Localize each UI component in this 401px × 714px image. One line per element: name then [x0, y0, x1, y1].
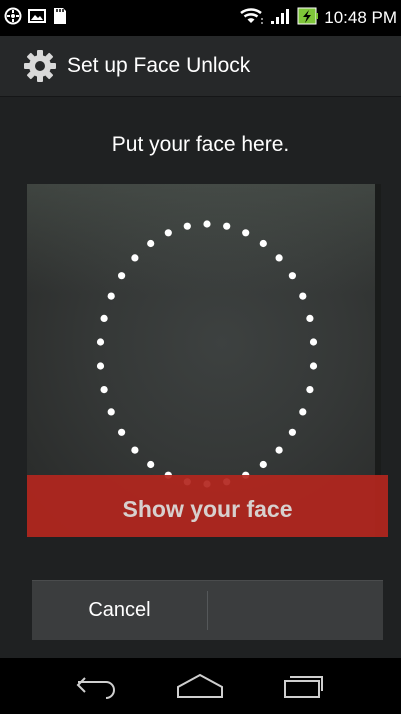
- clock-icon: [4, 7, 22, 30]
- button-bar: Cancel: [32, 580, 383, 640]
- face-guide-dot: [275, 254, 283, 262]
- face-guide-dot: [147, 460, 155, 469]
- face-guide-dot: [183, 222, 191, 230]
- face-guide-dot: [100, 314, 108, 322]
- face-guide-dot: [107, 292, 115, 300]
- face-guide-dot: [147, 239, 155, 248]
- face-guide-dot: [309, 362, 318, 370]
- gear-icon: [22, 48, 58, 84]
- back-icon[interactable]: [67, 666, 127, 706]
- face-guide-dot: [203, 220, 211, 228]
- face-guide-dot: [306, 386, 314, 394]
- face-guide-dot: [306, 314, 314, 322]
- instruction-text: Put your face here.: [111, 133, 290, 156]
- face-guide-dot: [299, 292, 307, 300]
- sd-card-icon: [52, 7, 68, 30]
- navigation-bar: [0, 658, 401, 714]
- image-icon: [28, 8, 46, 29]
- face-guide-dot: [118, 272, 126, 280]
- face-guide-dot: [275, 446, 283, 454]
- wifi-icon: [239, 6, 265, 31]
- recent-apps-icon[interactable]: [274, 666, 334, 706]
- face-guide-dot: [223, 222, 231, 230]
- face-guide-dot: [118, 428, 126, 436]
- face-guide-dot: [100, 386, 108, 394]
- face-guide-dot: [96, 338, 105, 346]
- home-icon[interactable]: [170, 666, 230, 706]
- action-bar: Set up Face Unlock: [0, 36, 401, 97]
- face-guide-dot: [309, 338, 318, 346]
- face-guide-dot: [259, 239, 267, 248]
- battery-charging-icon: [297, 6, 319, 31]
- face-guide-dot: [107, 408, 115, 416]
- hint-banner: Show your face: [27, 475, 388, 537]
- face-guide-dot: [299, 408, 307, 416]
- face-guide-dot: [288, 272, 296, 280]
- hint-text: Show your face: [122, 495, 293, 522]
- face-guide-dot: [288, 428, 296, 436]
- page-title: Set up Face Unlock: [67, 54, 251, 77]
- cancel-button[interactable]: Cancel: [32, 581, 207, 640]
- status-bar: 10:48 PM: [0, 0, 401, 36]
- status-bar-left: [0, 7, 68, 30]
- face-guide-dot: [96, 362, 105, 370]
- status-bar-right: 10:48 PM: [239, 0, 397, 36]
- continue-button: [208, 581, 383, 640]
- face-guide-dot: [242, 229, 250, 237]
- face-guide-dot: [164, 229, 172, 237]
- status-time: 10:48 PM: [324, 8, 397, 27]
- face-guide-dot: [131, 254, 139, 262]
- signal-icon: [270, 7, 292, 30]
- face-guide-dot: [131, 446, 139, 454]
- content-area: Put your face here. Show your face Cance…: [0, 97, 401, 658]
- face-guide-dot: [259, 460, 267, 469]
